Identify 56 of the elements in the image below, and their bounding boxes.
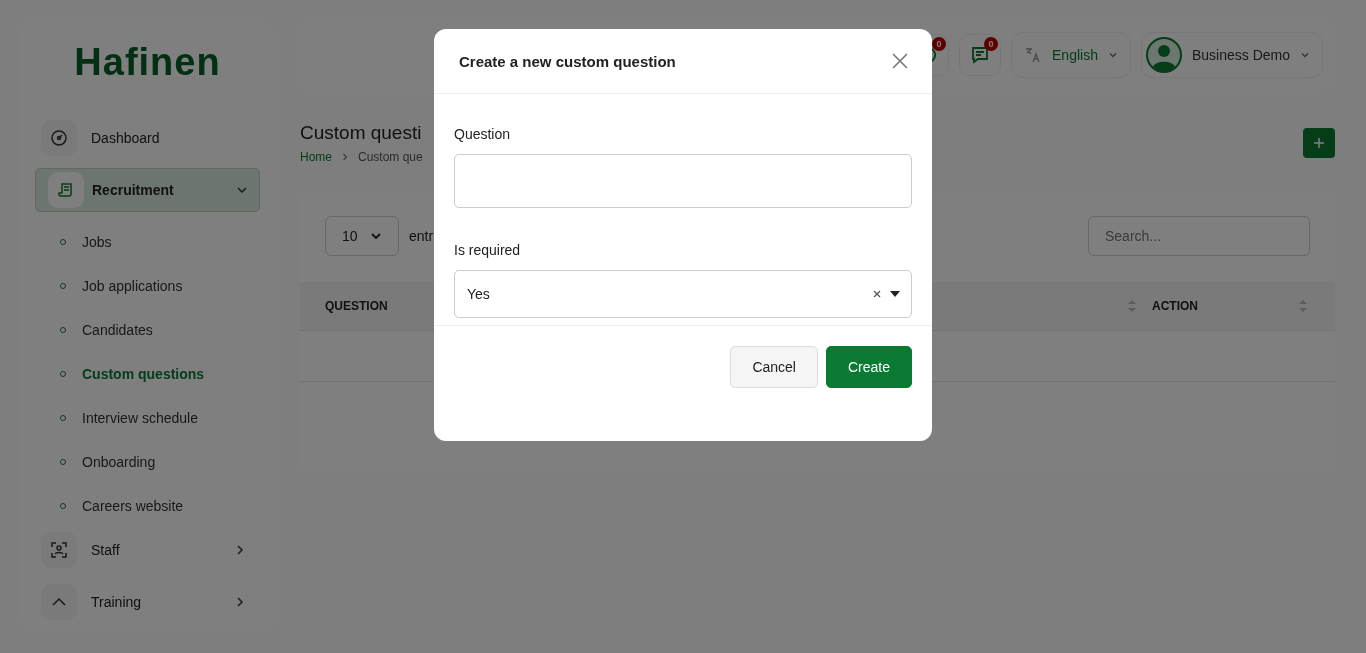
user-menu[interactable]: Business Demo [1140, 32, 1323, 78]
breadcrumb-item[interactable]: Home [300, 150, 332, 164]
count-badge: 0 [932, 37, 947, 51]
menu-item-label: Training [91, 594, 143, 610]
plus-icon [1313, 137, 1325, 149]
page-title: Custom questi [300, 122, 423, 144]
dropdown-icon [890, 291, 900, 297]
submenu-item[interactable]: Interview schedule [35, 396, 260, 441]
menu-item-icon [48, 172, 84, 209]
notification-button[interactable]: 0 [959, 34, 1002, 76]
search-field[interactable]: Search... [1088, 216, 1310, 256]
sidebar-item[interactable]: Recruitment [35, 168, 260, 213]
submenu-item[interactable]: Careers website [35, 484, 260, 529]
chevron-icon [340, 152, 350, 162]
submenu-item[interactable]: Candidates [35, 308, 260, 353]
sort-icon [1127, 298, 1137, 314]
count-badge: 0 [984, 37, 999, 51]
chevron-icon [1107, 50, 1118, 60]
language-selector[interactable]: English [1011, 32, 1131, 78]
chevron-icon [234, 596, 246, 608]
field-label: Question [454, 126, 512, 142]
page-size-select[interactable]: 10 [325, 216, 399, 256]
question-field[interactable] [454, 154, 912, 208]
dialog-title: Create a new custom question [459, 52, 676, 70]
create-button[interactable]: Create [825, 346, 912, 388]
close-icon[interactable] [892, 53, 908, 69]
chevron-icon [370, 230, 382, 242]
chevron-icon [1300, 50, 1310, 60]
sidebar-item[interactable]: Training [35, 580, 260, 624]
sort-icon [1298, 298, 1308, 314]
menu-item-icon [41, 120, 77, 156]
entries-label: entr [409, 228, 435, 244]
clear-icon[interactable] [872, 289, 882, 299]
sidebar-item[interactable]: Staff [35, 528, 260, 572]
breadcrumb-item: Custom que [358, 150, 423, 164]
menu-item-icon [41, 532, 77, 568]
sidebar-item[interactable]: Dashboard [35, 116, 260, 160]
cancel-button[interactable]: Cancel [730, 346, 818, 388]
avatar-icon [1145, 37, 1182, 73]
menu-item-icon [41, 584, 77, 620]
menu-item-label: Dashboard [91, 130, 161, 146]
field-label: Is required [454, 242, 522, 258]
required-select[interactable]: Yes [454, 270, 912, 318]
submenu-item[interactable]: Jobs [35, 220, 260, 265]
submenu-item[interactable]: Job applications [35, 264, 260, 309]
menu-item-label: Recruitment [92, 182, 175, 199]
chevron-icon [234, 544, 246, 556]
column-header[interactable]: ACTION [1152, 299, 1198, 313]
menu-item-label: Staff [91, 542, 121, 558]
message-icon [970, 45, 991, 65]
add-button[interactable] [1303, 128, 1335, 158]
column-header[interactable]: QUESTION [325, 299, 388, 313]
submenu-item[interactable]: Custom questions [35, 352, 260, 397]
translate-icon [1024, 46, 1043, 64]
logo: Hafinen [74, 40, 221, 85]
submenu-item[interactable]: Onboarding [35, 440, 260, 485]
